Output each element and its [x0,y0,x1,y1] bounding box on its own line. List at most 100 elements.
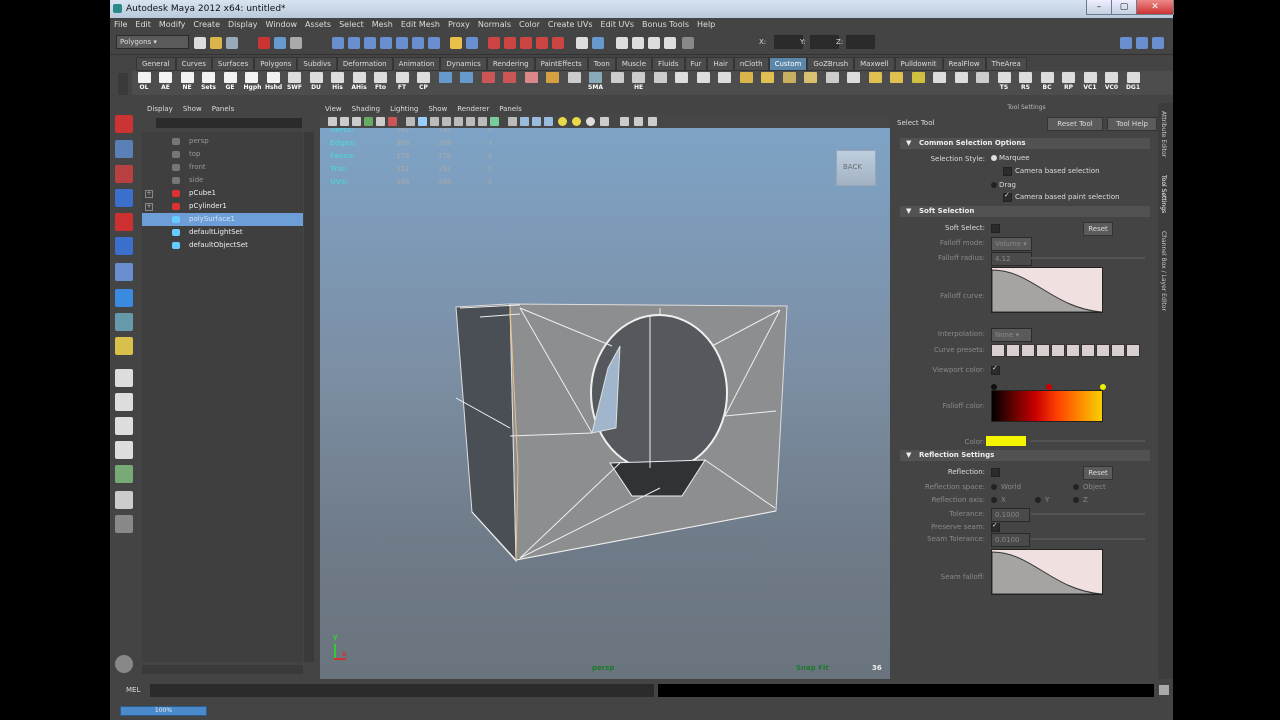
isolate-select-icon[interactable] [620,117,629,126]
ramp-key-yellow[interactable] [1100,384,1106,390]
maximize-button[interactable]: ▢ [1111,0,1137,15]
outliner-vertical-scrollbar[interactable] [304,132,314,662]
shelf-button-11[interactable]: Fto [373,72,389,94]
shelf-tab-general[interactable]: General [136,57,176,71]
marquee-radio[interactable] [991,155,997,161]
menu-modify[interactable]: Modify [155,18,190,32]
shelf-button-19[interactable] [545,72,561,94]
viewport-canvas[interactable]: Verts: 192 192 0 Edges: 368 288 7 Faces: 176 176 0 T… [320,128,890,679]
shelf-tab-maxwell[interactable]: Maxwell [854,57,895,71]
curve-preset-button[interactable] [1066,344,1080,357]
shelf-button-40[interactable]: TS [996,72,1012,94]
outliner-persp-layout-icon[interactable] [115,417,133,435]
hypershade-layout-icon[interactable] [115,465,133,483]
shelf-button-10[interactable]: AHis [351,72,367,94]
wireframe-on-shaded-icon[interactable] [490,117,499,126]
shelf-button-4[interactable]: GE [222,72,238,94]
shelf-button-8[interactable]: DU [308,72,324,94]
outliner-item[interactable]: front [142,161,303,174]
curve-preset-button[interactable] [1051,344,1065,357]
shelf-button-45[interactable]: VC0 [1104,72,1120,94]
menu-edit[interactable]: Edit [131,18,155,32]
seam-tolerance-field[interactable]: 0.0100 [991,533,1030,547]
viewport-menu-panels[interactable]: Panels [494,103,527,115]
tolerance-field[interactable]: 0.1000 [991,508,1030,522]
outliner-item[interactable]: polySurface1 [142,213,303,226]
render-current-icon[interactable] [632,37,644,49]
shelf-button-34[interactable] [867,72,883,94]
preserve-seam-checkbox[interactable] [991,521,1000,532]
falloff-color-ramp[interactable] [991,390,1103,422]
shelf-button-23[interactable]: HE [631,72,647,94]
snap-point-icon[interactable] [520,37,532,49]
select-object-icon[interactable] [274,37,286,49]
menu-assets[interactable]: Assets [301,18,335,32]
manipulator-tool-icon[interactable] [115,263,133,281]
seam-tolerance-slider[interactable] [1031,538,1145,540]
highlight-selection-icon[interactable] [466,37,478,49]
graph-persp-layout-icon[interactable] [115,441,133,459]
antialias-icon[interactable] [600,117,609,126]
drag-radio[interactable] [991,182,997,188]
shelf-button-6[interactable]: Hshd [265,72,282,94]
shelf-button-20[interactable] [566,72,582,94]
script-editor-icon[interactable] [1159,685,1169,695]
soft-mod-tool-icon[interactable] [115,289,133,307]
mask-face-icon[interactable] [380,37,392,49]
reflection-checkbox[interactable] [991,468,1000,477]
object-radio[interactable] [1073,484,1079,490]
scale-tool-icon[interactable] [115,237,133,255]
custom-layout-icon[interactable] [115,515,133,533]
z-field[interactable] [846,35,875,49]
shelf-button-32[interactable] [824,72,840,94]
xray-joints-icon[interactable] [634,117,643,126]
paint-select-tool-icon[interactable] [115,165,133,183]
tolerance-slider[interactable] [1031,513,1145,515]
shelf-button-44[interactable]: VC1 [1082,72,1098,94]
single-pane-layout-icon[interactable] [115,369,133,387]
viewport-menu-lighting[interactable]: Lighting [385,103,423,115]
reflection-reset-button[interactable]: Reset [1083,466,1113,480]
menu-bonus-tools[interactable]: Bonus Tools [638,18,693,32]
toggle-tool-settings-icon[interactable] [1136,37,1148,49]
menu-proxy[interactable]: Proxy [444,18,474,32]
reflection-settings-section[interactable]: ▼ Reflection Settings [900,450,1150,461]
outliner-item[interactable]: side [142,174,303,187]
menu-set-dropdown[interactable]: Polygons ▾ [116,35,189,49]
shelf-button-9[interactable]: His [330,72,346,94]
shelf-button-43[interactable]: RP [1061,72,1077,94]
bookmark-icon[interactable] [352,117,361,126]
mask-misc-icon[interactable] [412,37,424,49]
shelf-button-36[interactable] [910,72,926,94]
shelf-button-21[interactable]: SMA [588,72,604,94]
menu-help[interactable]: Help [693,18,719,32]
menu-display[interactable]: Display [224,18,262,32]
common-selection-section[interactable]: ▼ Common Selection Options [900,138,1150,149]
snap-curve-icon[interactable] [504,37,516,49]
reset-tool-button[interactable]: Reset Tool [1047,117,1103,131]
shelf-button-26[interactable] [695,72,711,94]
camera-based-selection-checkbox[interactable] [1003,167,1012,176]
shelf-button-7[interactable]: SWF [287,72,303,94]
shelf-tab-polygons[interactable]: Polygons [254,57,298,71]
shelf-tab-custom[interactable]: Custom [768,57,808,71]
mask-help-icon[interactable] [428,37,440,49]
shelf-menu-icon[interactable] [118,73,128,95]
curve-preset-button[interactable] [1036,344,1050,357]
move-tool-icon[interactable] [115,189,133,207]
wireframe-icon[interactable] [466,117,475,126]
shelf-tab-rendering[interactable]: Rendering [486,57,535,71]
shelf-button-14[interactable] [437,72,453,94]
select-component-icon[interactable] [290,37,302,49]
pick-mask-icon[interactable] [332,37,344,49]
falloff-mode-dropdown[interactable]: Volume ▾ [991,237,1032,251]
curve-preset-button[interactable] [1081,344,1095,357]
shelf-button-33[interactable] [846,72,862,94]
menu-color[interactable]: Color [515,18,544,32]
shelf-tab-gozbrush[interactable]: GoZBrush [807,57,855,71]
outliner-item[interactable]: defaultObjectSet [142,239,303,252]
shelf-button-39[interactable] [975,72,991,94]
shelf-button-30[interactable] [781,72,797,94]
shelf-button-0[interactable]: OL [136,72,152,94]
axis-z-radio[interactable] [1073,497,1079,503]
